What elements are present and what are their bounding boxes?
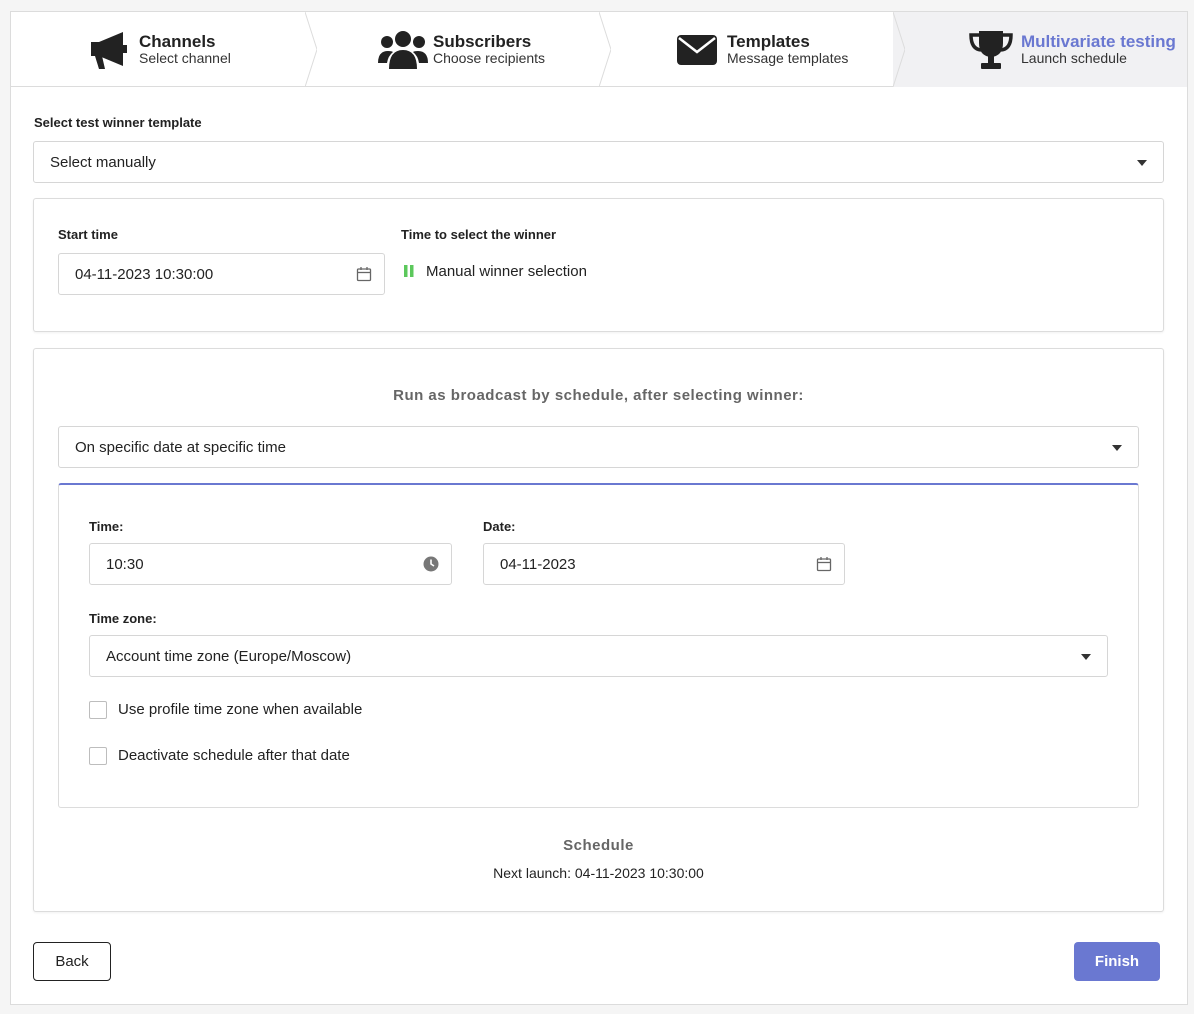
step-multivariate-testing[interactable]: Multivariate testing Launch schedule xyxy=(893,12,1187,87)
timezone-value: Account time zone (Europe/Moscow) xyxy=(106,647,352,665)
step-title: Subscribers xyxy=(433,31,532,51)
broadcast-mode-select[interactable]: On specific date at specific time xyxy=(58,426,1139,468)
users-icon xyxy=(377,28,429,72)
clock-icon[interactable] xyxy=(423,556,439,572)
step-subtitle: Message templates xyxy=(727,49,849,66)
date-value: 04-11-2023 xyxy=(500,555,576,573)
time-label: Time: xyxy=(89,519,124,534)
profile-timezone-checkbox[interactable] xyxy=(89,701,107,719)
start-time-input[interactable]: 04-11-2023 10:30:00 xyxy=(58,253,385,295)
calendar-icon[interactable] xyxy=(356,266,372,282)
step-subtitle: Launch schedule xyxy=(1021,49,1127,66)
next-launch-text: Next launch: 04-11-2023 10:30:00 xyxy=(493,865,704,881)
start-time-value: 04-11-2023 10:30:00 xyxy=(75,265,214,283)
finish-button[interactable]: Finish xyxy=(1074,942,1160,981)
step-templates[interactable]: Templates Message templates xyxy=(599,12,905,87)
deactivate-schedule-checkbox[interactable] xyxy=(89,747,107,765)
date-label: Date: xyxy=(483,519,516,534)
step-subscribers[interactable]: Subscribers Choose recipients xyxy=(305,12,611,87)
step-subtitle: Select channel xyxy=(139,49,231,66)
time-value: 10:30 xyxy=(106,555,144,573)
winner-time-value: Manual winner selection xyxy=(426,263,587,280)
winner-template-label: Select test winner template xyxy=(34,115,202,130)
caret-down-icon xyxy=(1081,654,1091,660)
timezone-label: Time zone: xyxy=(89,611,157,626)
schedule-settings-box: Time: 10:30 Date: 04-11-2023 Time zone: xyxy=(58,483,1139,808)
profile-timezone-label[interactable]: Use profile time zone when available xyxy=(118,701,362,718)
megaphone-icon xyxy=(83,28,135,72)
calendar-icon[interactable] xyxy=(816,556,832,572)
broadcast-mode-value: On specific date at specific time xyxy=(75,438,286,456)
winner-time-label: Time to select the winner xyxy=(401,227,557,242)
deactivate-schedule-label[interactable]: Deactivate schedule after that date xyxy=(118,747,350,764)
time-input[interactable]: 10:30 xyxy=(89,543,452,585)
wizard-stepper: Channels Select channel Subscribers Choo… xyxy=(11,12,1187,87)
winner-template-value: Select manually xyxy=(50,153,156,171)
step-separator xyxy=(599,12,611,87)
start-time-label: Start time xyxy=(58,227,118,242)
timezone-select[interactable]: Account time zone (Europe/Moscow) xyxy=(89,635,1108,677)
wizard-frame: Channels Select channel Subscribers Choo… xyxy=(10,11,1188,1005)
step-title: Channels xyxy=(139,31,216,51)
schedule-heading: Schedule xyxy=(563,837,634,854)
envelope-icon xyxy=(671,28,723,72)
step-separator xyxy=(893,12,905,87)
caret-down-icon xyxy=(1112,445,1122,451)
step-subtitle: Choose recipients xyxy=(433,49,546,66)
broadcast-heading: Run as broadcast by schedule, after sele… xyxy=(393,387,804,404)
step-title: Multivariate testing xyxy=(1021,31,1176,51)
trophy-icon xyxy=(965,28,1017,72)
step-separator xyxy=(305,12,317,87)
broadcast-panel: Run as broadcast by schedule, after sele… xyxy=(33,348,1164,912)
caret-down-icon xyxy=(1137,160,1147,166)
step-channels[interactable]: Channels Select channel xyxy=(11,12,317,87)
test-settings-panel: Start time 04-11-2023 10:30:00 Time to s… xyxy=(33,198,1164,332)
winner-template-select[interactable]: Select manually xyxy=(33,141,1164,183)
date-input[interactable]: 04-11-2023 xyxy=(483,543,845,585)
pause-icon xyxy=(404,265,414,277)
back-button[interactable]: Back xyxy=(33,942,111,981)
step-title: Templates xyxy=(727,31,810,51)
